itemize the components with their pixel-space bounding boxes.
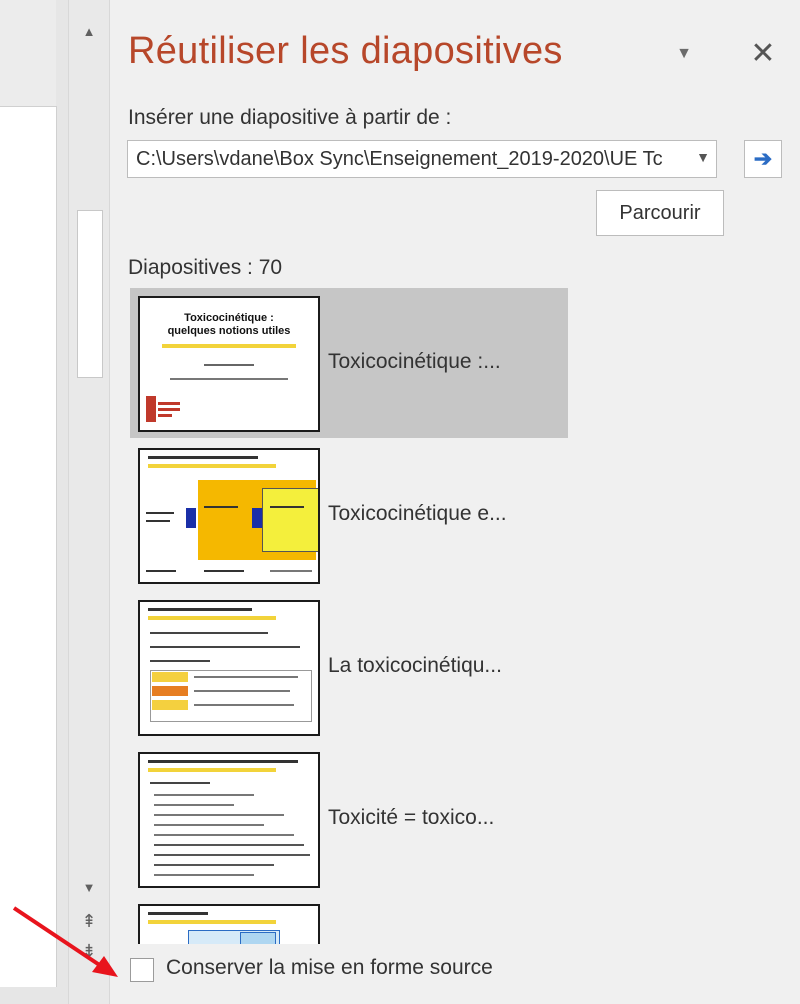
keep-source-formatting-label[interactable]: Conserver la mise en forme source [166, 956, 493, 980]
slide-item-3[interactable]: La toxicocinétiqu... [130, 592, 568, 742]
source-path-combobox[interactable]: C:\Users\vdane\Box Sync\Enseignement_201… [127, 140, 717, 178]
slide-thumbnail-2 [138, 448, 320, 584]
slide-item-2[interactable]: Toxicocinétique e... [130, 440, 568, 590]
slide-label-3: La toxicocinétiqu... [328, 654, 502, 677]
go-arrow-icon[interactable]: ➔ [744, 140, 782, 178]
scroll-down-arrow-icon[interactable]: ▼ [69, 872, 109, 902]
slide-thumbnail-3 [138, 600, 320, 736]
document-page-edge [0, 106, 57, 987]
scroll-page-down-icon[interactable]: ⇟ [69, 936, 109, 966]
keep-source-formatting-checkbox[interactable] [130, 958, 154, 982]
slide-item-1[interactable]: Toxicocinétique : quelques notions utiles… [130, 288, 568, 438]
slide-item-4[interactable]: Toxicité = toxico... [130, 744, 568, 894]
insert-from-label: Insérer une diapositive à partir de : [128, 106, 452, 129]
vertical-scrollbar[interactable]: ▲ ▼ ⇞ ⇟ [68, 0, 110, 1004]
source-path-value[interactable]: C:\Users\vdane\Box Sync\Enseignement_201… [136, 148, 684, 171]
scroll-thumb[interactable] [77, 210, 103, 378]
slide-item-5[interactable] [130, 896, 568, 944]
reuse-slides-pane: Réutiliser les diapositives ▼ ✕ Insérer … [110, 0, 800, 1004]
close-icon[interactable]: ✕ [746, 36, 780, 70]
dropdown-icon[interactable]: ▼ [672, 44, 696, 64]
pane-title: Réutiliser les diapositives [128, 30, 563, 72]
slide-thumbnail-5 [138, 904, 320, 944]
scroll-up-arrow-icon[interactable]: ▲ [69, 16, 109, 46]
chevron-down-icon[interactable]: ▼ [696, 149, 710, 165]
document-area [0, 0, 68, 1004]
slides-count: Diapositives : 70 [128, 256, 283, 279]
slide-thumbnail-4 [138, 752, 320, 888]
slide-label-1: Toxicocinétique :... [328, 350, 501, 373]
slides-list[interactable]: Toxicocinétique : quelques notions utiles… [130, 288, 570, 944]
document-top-margin [0, 0, 56, 106]
browse-button[interactable]: Parcourir [596, 190, 724, 236]
scroll-page-up-icon[interactable]: ⇞ [69, 906, 109, 936]
slide-label-2: Toxicocinétique e... [328, 502, 507, 525]
slide-label-4: Toxicité = toxico... [328, 806, 495, 829]
slide-thumbnail-1: Toxicocinétique : quelques notions utiles [138, 296, 320, 432]
thumb-title: Toxicocinétique : quelques notions utiles [167, 312, 291, 337]
